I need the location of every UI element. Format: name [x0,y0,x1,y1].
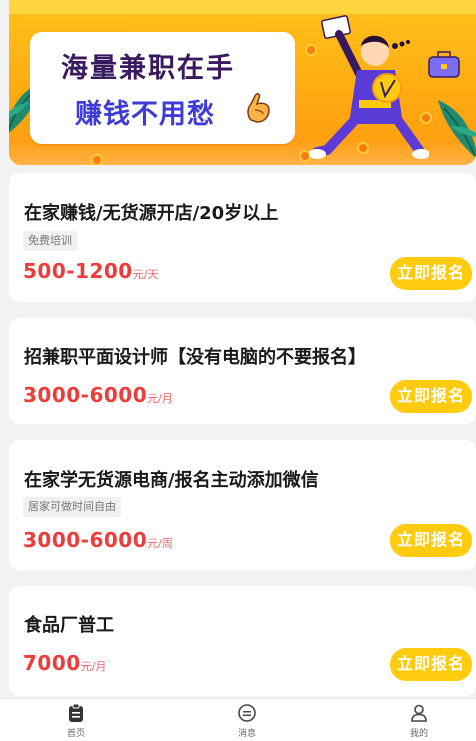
salary-unit: 元/月 [80,660,107,673]
message-icon [238,704,256,722]
job-salary: 3000-6000元/周 [23,528,173,552]
job-salary: 500-1200元/天 [23,259,158,283]
slogan-subline: 赚钱不用愁 [75,99,215,130]
apply-button[interactable]: 立即报名 [390,648,472,681]
user-icon [411,704,427,722]
hand-gesture-icon [247,93,270,123]
job-card[interactable]: 食品厂普工 7000元/月 立即报名 [9,586,476,696]
nav-item-profile[interactable]: 我的 [389,703,449,739]
coin-icon [91,154,103,165]
salary-amount: 7000 [23,651,81,675]
salary-unit: 元/月 [147,392,173,405]
apply-button[interactable]: 立即报名 [390,380,472,413]
clipboard-icon [69,703,83,722]
salary-unit: 元/天 [132,268,159,281]
slogan-card: 海量兼职在手 赚钱不用愁 [30,32,295,144]
job-salary: 3000-6000元/月 [23,383,173,407]
nav-label: 消息 [237,729,256,739]
bottom-nav: 首页 消息 我的 [0,698,476,741]
nav-label: 我的 [409,729,428,739]
nav-item-home[interactable]: 首页 [46,703,106,739]
job-title: 在家学无货源电商/报名主动添加微信 [24,470,319,491]
job-tag: 免费培训 [23,231,77,251]
apply-button[interactable]: 立即报名 [390,524,472,557]
salary-amount: 3000-6000 [23,528,148,552]
nav-item-messages[interactable]: 消息 [217,703,277,739]
leaf-decoration-icon [438,100,476,159]
job-title: 食品厂普工 [24,615,114,636]
job-title: 招兼职平面设计师【没有电脑的不要报名】 [24,347,366,368]
slogan-headline: 海量兼职在手 [61,53,235,84]
apply-button[interactable]: 立即报名 [390,257,472,290]
job-card[interactable]: 在家赚钱/无货源开店/20岁以上 免费培训 500-1200元/天 立即报名 [9,173,476,302]
salary-unit: 元/周 [147,537,173,550]
job-salary: 7000元/月 [23,651,106,675]
job-card[interactable]: 招兼职平面设计师【没有电脑的不要报名】 3000-6000元/月 立即报名 [9,318,476,424]
salary-amount: 3000-6000 [23,383,148,407]
briefcase-icon [428,51,460,78]
promo-banner[interactable]: 海量兼职在手 赚钱不用愁 [9,0,476,165]
job-title: 在家赚钱/无货源开店/20岁以上 [24,203,279,224]
salary-amount: 500-1200 [23,259,133,283]
job-card[interactable]: 在家学无货源电商/报名主动添加微信 居家可做时间自由 3000-6000元/周 … [9,440,476,570]
nav-label: 首页 [66,729,85,739]
mascot-illustration-icon [309,15,429,159]
job-tag: 居家可做时间自由 [23,497,121,517]
